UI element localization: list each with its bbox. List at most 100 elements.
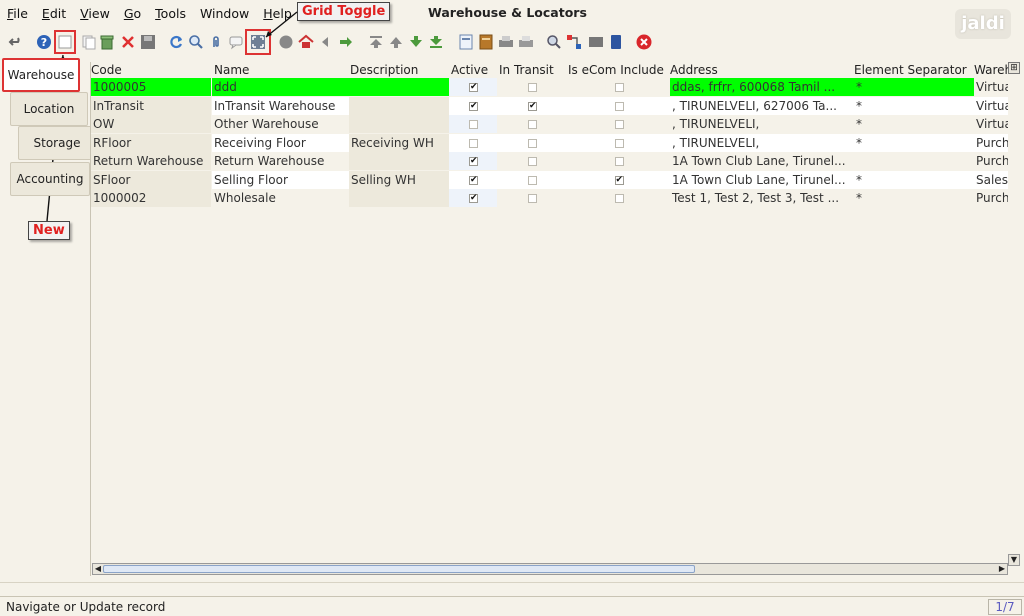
print-icon[interactable] — [518, 34, 534, 50]
cell-ecom[interactable] — [567, 115, 670, 133]
delete-selection-icon[interactable] — [99, 34, 115, 50]
chat-icon[interactable] — [228, 34, 244, 50]
cell-separator[interactable]: * — [854, 170, 974, 189]
vertical-scrollbar[interactable]: ▼ — [1008, 76, 1020, 566]
checkbox[interactable] — [528, 83, 537, 92]
column-header-address[interactable]: Address — [670, 63, 850, 77]
column-header-element-separator[interactable]: Element Separator — [854, 63, 972, 77]
next-icon[interactable] — [338, 34, 354, 50]
table-row[interactable]: SFloor Selling Floor Selling WH ✔ ✔ 1A Town C… — [91, 170, 1014, 189]
checkbox[interactable] — [528, 138, 537, 148]
cell-active[interactable]: ✔ — [449, 152, 497, 170]
menu-file[interactable]: File — [0, 6, 35, 21]
cell-in-transit[interactable] — [497, 170, 567, 189]
cell-name[interactable]: Receiving Floor — [212, 133, 349, 152]
cell-active[interactable]: ✔ — [449, 189, 497, 207]
checkbox[interactable] — [614, 83, 624, 92]
cell-address[interactable]: 1A Town Club Lane, Tirunel... — [670, 170, 854, 189]
cell-description[interactable] — [349, 189, 449, 207]
cell-separator[interactable]: * — [854, 133, 974, 152]
cell-active[interactable]: ✔ — [449, 170, 497, 189]
checkbox[interactable] — [614, 101, 624, 111]
checkbox[interactable] — [614, 138, 624, 148]
workflow-icon[interactable] — [566, 34, 582, 50]
cell-in-transit[interactable] — [497, 78, 567, 96]
cell-code[interactable]: Return Warehouse — [91, 152, 211, 170]
grid-toggle-icon[interactable] — [250, 34, 266, 50]
archive-icon[interactable] — [478, 34, 494, 50]
checkbox[interactable] — [614, 120, 624, 129]
table-row[interactable]: Return Warehouse Return Warehouse ✔ 1A Town… — [91, 152, 1014, 170]
cell-code[interactable]: 1000002 — [91, 189, 211, 207]
scroll-right-icon[interactable]: ▶ — [997, 564, 1007, 574]
first-record-icon[interactable] — [368, 34, 384, 50]
cell-active[interactable]: ✔ — [449, 78, 497, 96]
scroll-down-icon[interactable]: ▼ — [1008, 554, 1020, 566]
table-row[interactable]: 1000002 Wholesale ✔ Test 1, Test 2, Test 3,… — [91, 189, 1014, 207]
menu-tools[interactable]: Tools — [148, 6, 193, 21]
refresh-icon[interactable] — [168, 34, 184, 50]
new-record-icon[interactable] — [57, 34, 73, 50]
column-header-description[interactable]: Description — [350, 63, 446, 77]
exit-icon[interactable] — [636, 34, 652, 50]
last-record-icon[interactable] — [428, 34, 444, 50]
scroll-thumb[interactable] — [103, 565, 695, 573]
column-header-warehouse-type[interactable]: Wareh — [974, 63, 1010, 77]
checkbox[interactable]: ✔ — [469, 194, 478, 203]
cell-code[interactable]: SFloor — [91, 170, 211, 189]
cell-in-transit[interactable] — [497, 152, 567, 170]
checkbox[interactable]: ✔ — [469, 175, 478, 185]
cell-ecom[interactable] — [567, 189, 670, 207]
request-icon[interactable] — [608, 34, 624, 50]
checkbox[interactable]: ✔ — [469, 101, 478, 111]
cell-active[interactable] — [449, 133, 497, 152]
find-icon[interactable] — [188, 34, 204, 50]
column-header-code[interactable]: Code — [91, 63, 211, 77]
next-record-icon[interactable] — [408, 34, 424, 50]
cell-description[interactable] — [349, 96, 449, 115]
table-row[interactable]: 1000005 ddd ✔ ddas, frfrr, 600068 Tamil ...… — [91, 78, 1014, 96]
scroll-left-icon[interactable]: ◀ — [93, 564, 103, 574]
cell-in-transit[interactable]: ✔ — [497, 96, 567, 115]
cell-separator[interactable] — [854, 152, 974, 170]
record-count[interactable]: 1/7 — [988, 599, 1022, 615]
menu-window[interactable]: Window — [193, 6, 256, 21]
cell-description[interactable]: Selling WH — [349, 170, 449, 189]
checkbox[interactable] — [614, 194, 624, 203]
checkbox[interactable] — [469, 120, 478, 129]
cell-ecom[interactable] — [567, 133, 670, 152]
cell-in-transit[interactable] — [497, 189, 567, 207]
cell-in-transit[interactable] — [497, 133, 567, 152]
column-header-active[interactable]: Active — [451, 63, 497, 77]
cell-name[interactable]: Other Warehouse — [212, 115, 349, 133]
menu-view[interactable]: View — [73, 6, 117, 21]
menu-help[interactable]: Help — [256, 6, 299, 21]
cell-address[interactable]: , TIRUNELVELI, — [670, 115, 854, 133]
cell-description[interactable]: Receiving WH — [349, 133, 449, 152]
delete-icon[interactable] — [120, 34, 136, 50]
cell-active[interactable]: ✔ — [449, 96, 497, 115]
cell-ecom[interactable] — [567, 152, 670, 170]
undo-icon[interactable] — [8, 34, 24, 50]
cell-address[interactable]: 1A Town Club Lane, Tirunel... — [670, 152, 854, 170]
cell-name[interactable]: InTransit Warehouse — [212, 96, 349, 115]
checkbox[interactable] — [528, 120, 537, 129]
cell-description[interactable] — [349, 78, 449, 96]
cell-separator[interactable]: * — [854, 78, 974, 96]
cell-address[interactable]: ddas, frfrr, 600068 Tamil ... — [670, 78, 854, 96]
checkbox[interactable]: ✔ — [614, 175, 624, 185]
checkbox[interactable]: ✔ — [469, 157, 478, 166]
checkbox[interactable] — [528, 157, 537, 166]
zoom-across-icon[interactable] — [546, 34, 562, 50]
cell-code[interactable]: 1000005 — [91, 78, 211, 96]
cell-ecom[interactable] — [567, 96, 670, 115]
help-icon[interactable]: ? — [36, 34, 52, 50]
cell-active[interactable] — [449, 115, 497, 133]
cell-ecom[interactable] — [567, 78, 670, 96]
previous-record-icon[interactable] — [388, 34, 404, 50]
column-header-in-transit[interactable]: In Transit — [499, 63, 565, 77]
table-row[interactable]: RFloor Receiving Floor Receiving WH , TIRUN… — [91, 133, 1014, 152]
cell-description[interactable] — [349, 152, 449, 170]
tab-warehouse[interactable]: Warehouse — [2, 58, 80, 92]
attachment-icon[interactable] — [208, 34, 224, 50]
